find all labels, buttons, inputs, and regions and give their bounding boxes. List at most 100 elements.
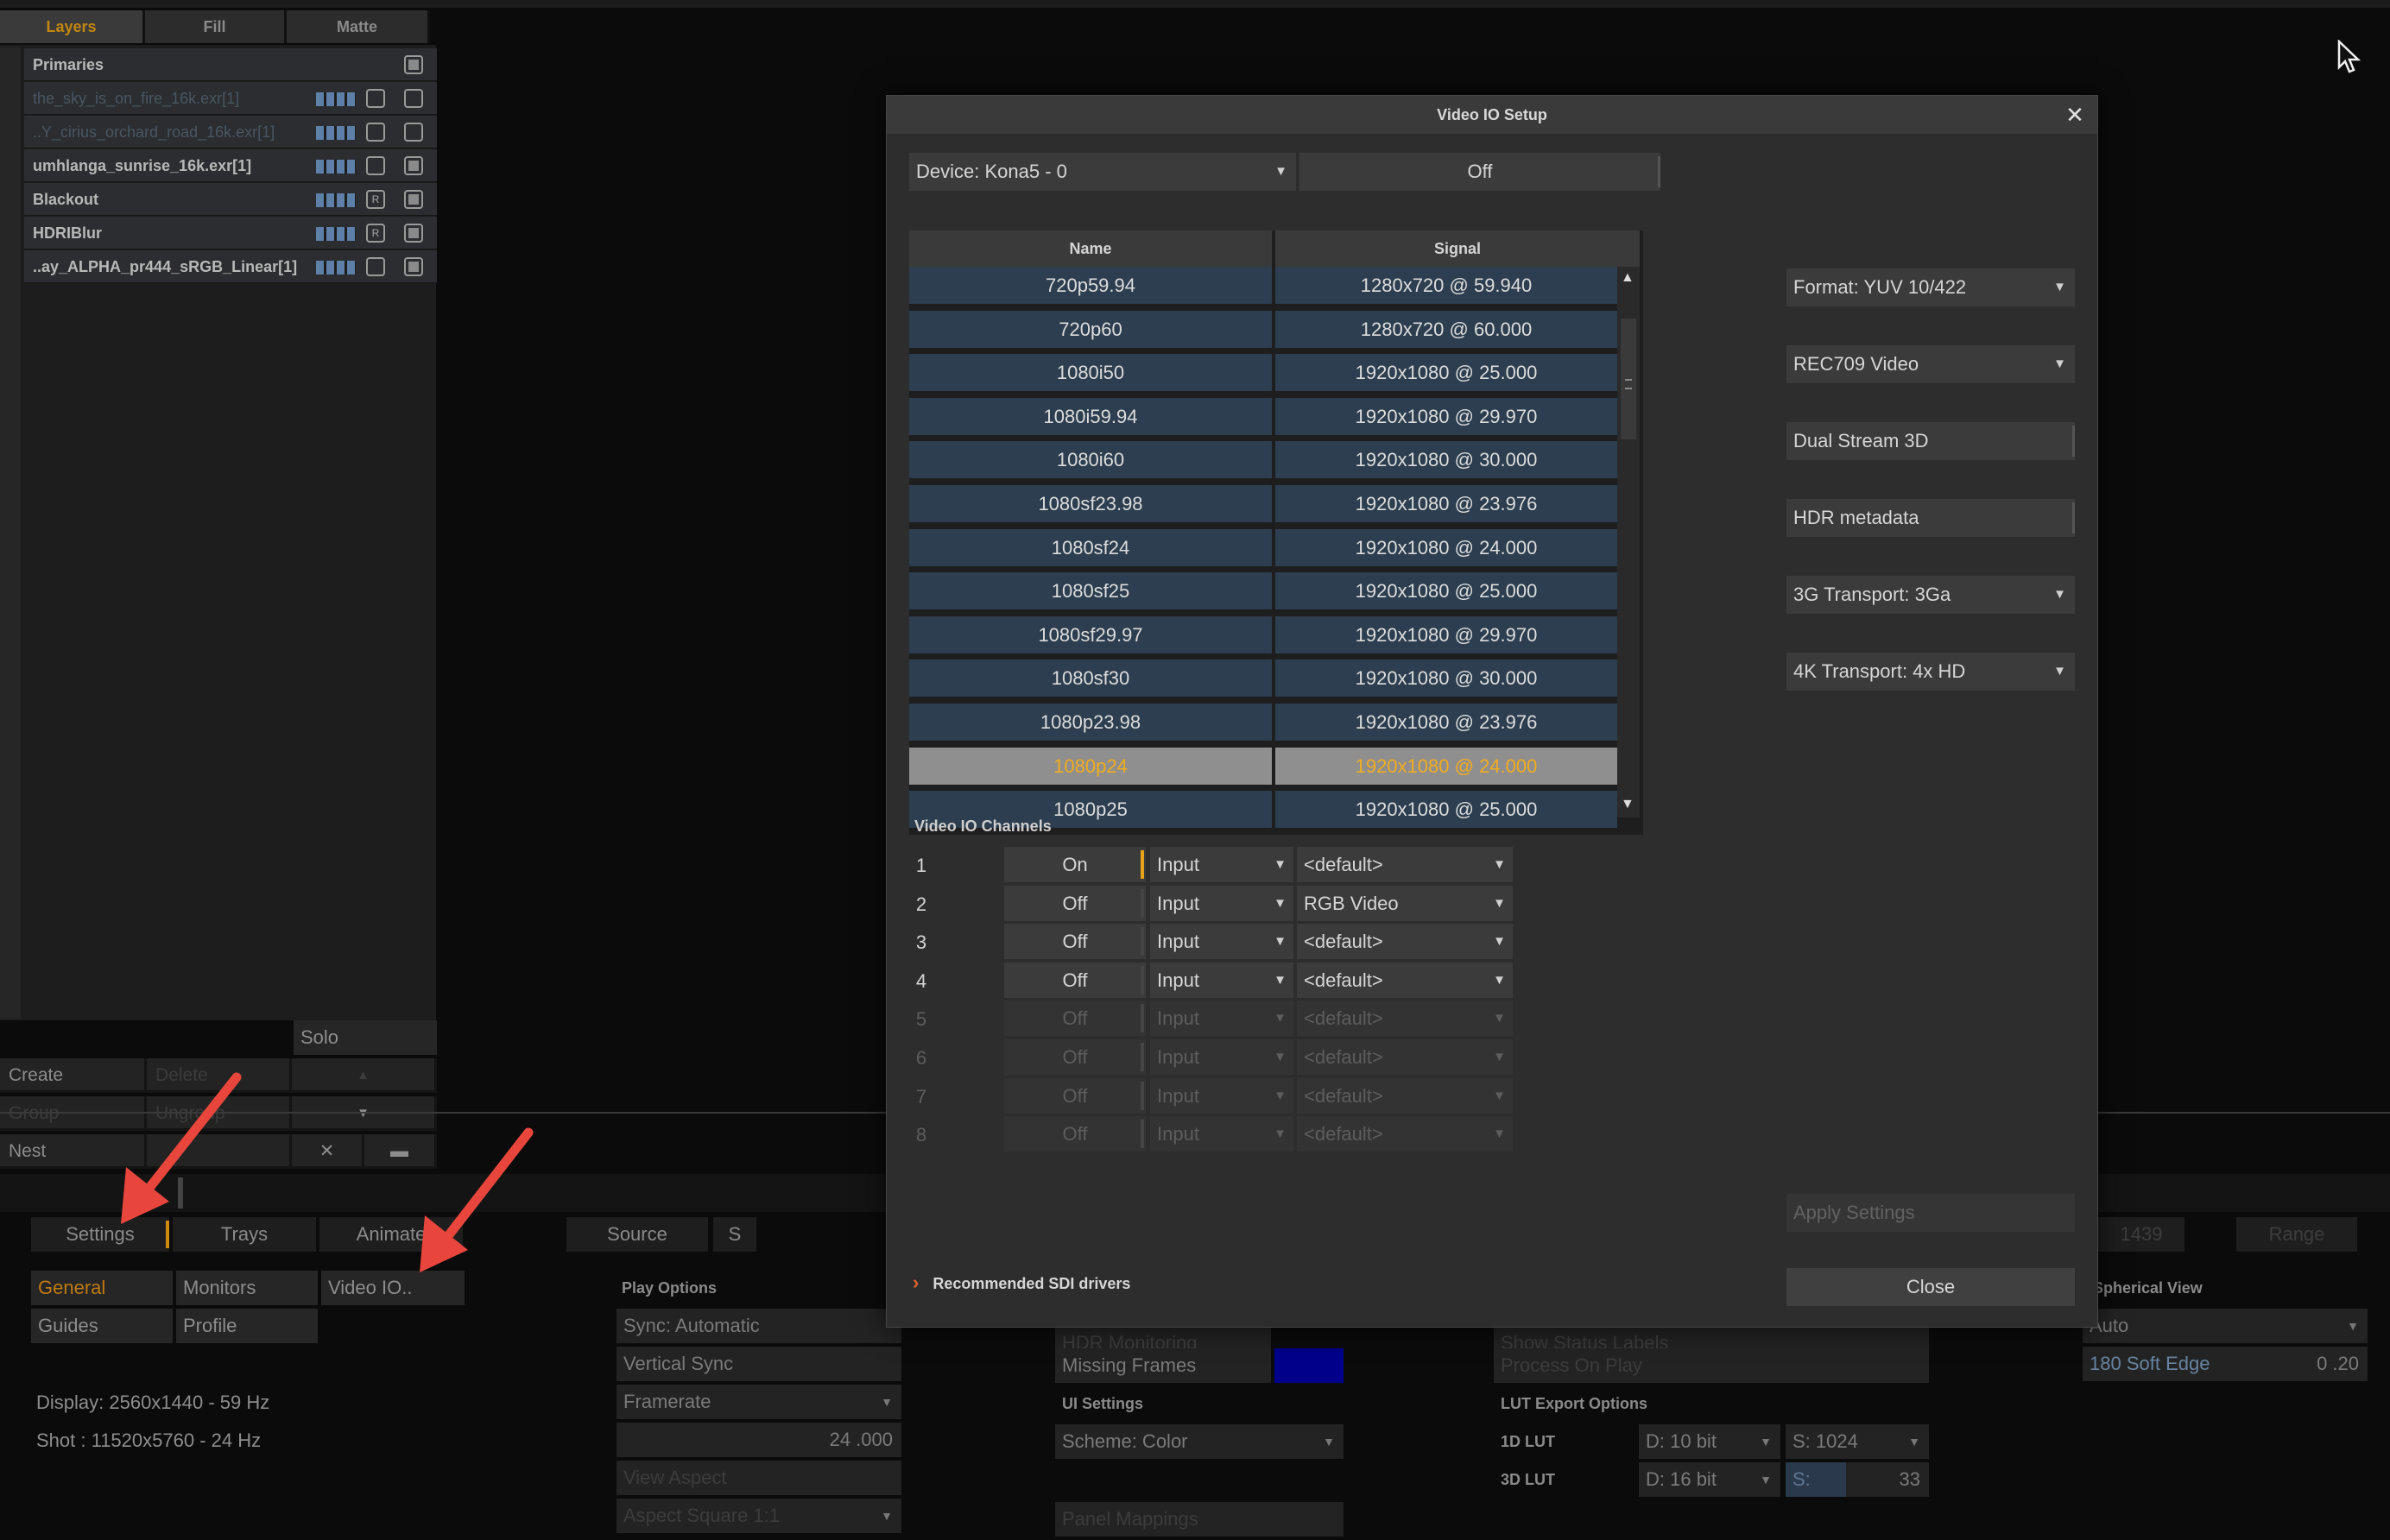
layer-toggle-icon[interactable] xyxy=(366,257,385,276)
missing-frames-color-swatch[interactable] xyxy=(1274,1348,1344,1383)
channel-on-off-toggle[interactable]: Off xyxy=(1004,1000,1146,1037)
format-row[interactable]: 1080sf30 1920x1080 @ 30.000 xyxy=(909,660,1617,697)
layer-row[interactable]: ..ay_ALPHA_pr444_sRGB_Linear[1] xyxy=(24,250,437,283)
tab-settings[interactable]: Settings xyxy=(31,1217,169,1252)
move-up-button[interactable]: ▲ xyxy=(292,1058,437,1093)
sync-dropdown[interactable]: Sync: Automatic xyxy=(616,1309,901,1343)
channel-colorspace-dropdown[interactable]: <default> ▼ xyxy=(1297,1000,1513,1037)
scroll-down-icon[interactable]: ▼ xyxy=(1621,797,1634,812)
channel-colorspace-dropdown[interactable]: <default> ▼ xyxy=(1297,962,1513,998)
profile-button[interactable]: Profile xyxy=(176,1309,318,1343)
layer-visibility-icon[interactable] xyxy=(404,257,423,276)
channel-colorspace-dropdown[interactable]: RGB Video ▼ xyxy=(1297,885,1513,921)
group-visibility-icon[interactable] xyxy=(404,55,423,74)
channel-on-off-toggle[interactable]: Off xyxy=(1004,1039,1146,1075)
channel-io-dropdown[interactable]: Input ▼ xyxy=(1150,1077,1293,1114)
format-row[interactable]: 1080sf25 1920x1080 @ 25.000 xyxy=(909,572,1617,610)
close-icon[interactable]: ✕ xyxy=(2061,101,2089,129)
nest-field[interactable] xyxy=(147,1134,292,1169)
channel-on-off-toggle[interactable]: On xyxy=(1004,847,1146,882)
layer-visibility-icon[interactable] xyxy=(404,89,423,108)
aspect-square-dropdown[interactable]: Aspect Square 1:1 ▼ xyxy=(616,1499,901,1533)
menu-icon[interactable]: ▬ xyxy=(364,1134,437,1169)
tab-source[interactable]: Source xyxy=(566,1217,708,1252)
table-scrollbar[interactable]: ▲ ▼ xyxy=(1617,267,1640,817)
channel-colorspace-dropdown[interactable]: <default> ▼ xyxy=(1297,1116,1513,1152)
layer-visibility-icon[interactable] xyxy=(404,190,423,209)
guides-button[interactable]: Guides xyxy=(31,1309,173,1343)
monitors-button[interactable]: Monitors xyxy=(176,1271,318,1305)
channel-io-dropdown[interactable]: Input ▼ xyxy=(1150,962,1293,998)
group-button[interactable]: Group xyxy=(0,1096,147,1131)
layer-visibility-icon[interactable] xyxy=(404,156,423,175)
layer-row[interactable]: HDRIBlur R xyxy=(24,217,437,249)
lut-1d-depth-dropdown[interactable]: D: 10 bit ▼ xyxy=(1639,1424,1780,1459)
general-button[interactable]: General xyxy=(31,1271,173,1305)
channel-on-off-toggle[interactable]: Off xyxy=(1004,924,1146,960)
format-row[interactable]: 720p60 1280x720 @ 60.000 xyxy=(909,310,1617,349)
apply-settings-button[interactable]: Apply Settings xyxy=(1786,1194,2075,1232)
channel-io-dropdown[interactable]: Input ▼ xyxy=(1150,847,1293,882)
tab-trays[interactable]: Trays xyxy=(173,1217,316,1252)
format-row[interactable]: 1080sf24 1920x1080 @ 24.000 xyxy=(909,528,1617,567)
tab-matte[interactable]: Matte xyxy=(287,10,430,43)
channel-io-dropdown[interactable]: Input ▼ xyxy=(1150,1000,1293,1037)
format-row[interactable]: 1080i60 1920x1080 @ 30.000 xyxy=(909,441,1617,479)
layer-group-row[interactable]: Primaries xyxy=(24,48,437,81)
framerate-dropdown[interactable]: Framerate ▼ xyxy=(616,1385,901,1419)
format-dropdown[interactable]: Format: YUV 10/422 ▼ xyxy=(1786,268,2075,306)
tab-s[interactable]: S xyxy=(713,1217,756,1252)
lut-3d-size-field[interactable]: 33 xyxy=(1846,1462,1929,1497)
recommended-sdi-drivers-link[interactable]: › Recommended SDI drivers xyxy=(913,1272,1130,1294)
hdr-metadata-toggle[interactable]: HDR metadata xyxy=(1786,499,2075,537)
channel-io-dropdown[interactable]: Input ▼ xyxy=(1150,924,1293,960)
range-tab[interactable]: Range xyxy=(2236,1217,2357,1252)
lut-3d-depth-dropdown[interactable]: D: 16 bit ▼ xyxy=(1639,1462,1780,1497)
channel-on-off-toggle[interactable]: Off xyxy=(1004,962,1146,998)
format-row[interactable]: 1080p23.98 1920x1080 @ 23.976 xyxy=(909,704,1617,742)
render-icon[interactable]: R xyxy=(366,224,385,243)
scroll-up-icon[interactable]: ▲ xyxy=(1621,270,1634,286)
channel-io-dropdown[interactable]: Input ▼ xyxy=(1150,1039,1293,1075)
lut-1d-size-dropdown[interactable]: S: 1024 ▼ xyxy=(1786,1424,1929,1459)
format-row[interactable]: 1080p24 1920x1080 @ 24.000 xyxy=(909,747,1617,786)
tab-layers[interactable]: Layers xyxy=(0,10,145,43)
scheme-dropdown[interactable]: Scheme: Color ▼ xyxy=(1055,1424,1344,1459)
render-icon[interactable]: R xyxy=(366,190,385,209)
channel-on-off-toggle[interactable]: Off xyxy=(1004,1077,1146,1114)
layers-scrollbar[interactable] xyxy=(0,47,21,1019)
create-button[interactable]: Create xyxy=(0,1058,147,1093)
transport-3g-dropdown[interactable]: 3G Transport: 3Ga ▼ xyxy=(1786,576,2075,614)
process-on-play-toggle[interactable]: Process On Play xyxy=(1494,1348,1929,1383)
format-row[interactable]: 1080i59.94 1920x1080 @ 29.970 xyxy=(909,397,1617,436)
video-io-button[interactable]: Video IO.. xyxy=(321,1271,465,1305)
layer-row[interactable]: umhlanga_sunrise_16k.exr[1] xyxy=(24,149,437,182)
soft-edge-field[interactable]: 180 Soft Edge 0 .20 xyxy=(2083,1347,2368,1381)
layer-row[interactable]: ..Y_cirius_orchard_road_16k.exr[1] xyxy=(24,116,437,148)
tab-fill[interactable]: Fill xyxy=(145,10,287,43)
format-row[interactable]: 720p59.94 1280x720 @ 59.940 xyxy=(909,267,1617,305)
layer-toggle-icon[interactable] xyxy=(366,89,385,108)
playhead[interactable] xyxy=(178,1177,183,1209)
layer-visibility-icon[interactable] xyxy=(404,123,423,142)
nest-button[interactable]: Nest xyxy=(0,1134,147,1169)
view-aspect-toggle[interactable]: View Aspect xyxy=(616,1461,901,1495)
ungroup-button[interactable]: Ungroup xyxy=(147,1096,292,1131)
format-row[interactable]: 1080i50 1920x1080 @ 25.000 xyxy=(909,354,1617,392)
channel-io-dropdown[interactable]: Input ▼ xyxy=(1150,885,1293,921)
layer-visibility-icon[interactable] xyxy=(404,224,423,243)
layer-toggle-icon[interactable] xyxy=(366,156,385,175)
solo-button[interactable]: Solo xyxy=(294,1020,437,1055)
move-down-button[interactable]: ▼ xyxy=(292,1096,437,1131)
vertical-sync-toggle[interactable]: Vertical Sync xyxy=(616,1347,901,1381)
channel-io-dropdown[interactable]: Input ▼ xyxy=(1150,1116,1293,1152)
channel-colorspace-dropdown[interactable]: <default> ▼ xyxy=(1297,1039,1513,1075)
device-dropdown[interactable]: Device: Kona5 - 0 ▼ xyxy=(909,153,1296,191)
colorspace-dropdown[interactable]: REC709 Video ▼ xyxy=(1786,345,2075,383)
transport-4k-dropdown[interactable]: 4K Transport: 4x HD ▼ xyxy=(1786,653,2075,691)
close-button[interactable]: Close xyxy=(1786,1268,2075,1306)
channel-on-off-toggle[interactable]: Off xyxy=(1004,885,1146,921)
layer-toggle-icon[interactable] xyxy=(366,123,385,142)
tab-animate[interactable]: Animate xyxy=(319,1217,463,1252)
device-state-toggle[interactable]: Off xyxy=(1299,153,1660,191)
